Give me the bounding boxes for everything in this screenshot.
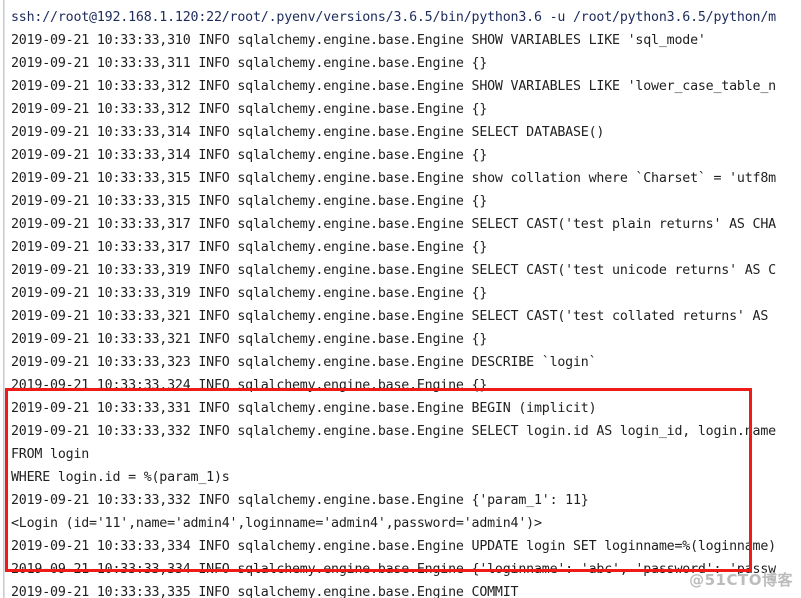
watermark-label: @51CTO博客	[689, 571, 793, 589]
log-line: 2019-09-21 10:33:33,331 INFO sqlalchemy.…	[11, 401, 597, 416]
log-line: <Login (id='11',name='admin4',loginname=…	[11, 516, 542, 531]
log-line: 2019-09-21 10:33:33,334 INFO sqlalchemy.…	[11, 562, 776, 577]
log-line: 2019-09-21 10:33:33,314 INFO sqlalchemy.…	[11, 125, 605, 140]
log-line: 2019-09-21 10:33:33,321 INFO sqlalchemy.…	[11, 309, 776, 324]
log-line: 2019-09-21 10:33:33,332 INFO sqlalchemy.…	[11, 493, 589, 508]
log-line: 2019-09-21 10:33:33,315 INFO sqlalchemy.…	[11, 171, 776, 186]
log-line: 2019-09-21 10:33:33,312 INFO sqlalchemy.…	[11, 102, 488, 117]
log-line: WHERE login.id = %(param_1)s	[11, 470, 230, 485]
log-line: 2019-09-21 10:33:33,317 INFO sqlalchemy.…	[11, 240, 488, 255]
log-line: 2019-09-21 10:33:33,312 INFO sqlalchemy.…	[11, 79, 776, 94]
log-line: 2019-09-21 10:33:33,323 INFO sqlalchemy.…	[11, 355, 597, 370]
log-line: 2019-09-21 10:33:33,332 INFO sqlalchemy.…	[11, 424, 776, 439]
log-line: 2019-09-21 10:33:33,310 INFO sqlalchemy.…	[11, 33, 706, 48]
log-line: 2019-09-21 10:33:33,335 INFO sqlalchemy.…	[11, 585, 519, 598]
log-line: 2019-09-21 10:33:33,315 INFO sqlalchemy.…	[11, 194, 488, 209]
run-console-panel[interactable]: ssh://root@192.168.1.120:22/root/.pyenv/…	[0, 0, 801, 598]
log-line: 2019-09-21 10:33:33,334 INFO sqlalchemy.…	[11, 539, 776, 554]
log-line: FROM login	[11, 447, 90, 462]
log-line: 2019-09-21 10:33:33,319 INFO sqlalchemy.…	[11, 286, 488, 301]
console-command-line: ssh://root@192.168.1.120:22/root/.pyenv/…	[11, 10, 776, 25]
log-line: 2019-09-21 10:33:33,317 INFO sqlalchemy.…	[11, 217, 776, 232]
log-line: 2019-09-21 10:33:33,321 INFO sqlalchemy.…	[11, 332, 488, 347]
log-line: 2019-09-21 10:33:33,319 INFO sqlalchemy.…	[11, 263, 776, 278]
log-line: 2019-09-21 10:33:33,324 INFO sqlalchemy.…	[11, 378, 488, 393]
log-line: 2019-09-21 10:33:33,311 INFO sqlalchemy.…	[11, 56, 488, 71]
console-log-output[interactable]: ssh://root@192.168.1.120:22/root/.pyenv/…	[0, 0, 801, 598]
log-line: 2019-09-21 10:33:33,314 INFO sqlalchemy.…	[11, 148, 488, 163]
